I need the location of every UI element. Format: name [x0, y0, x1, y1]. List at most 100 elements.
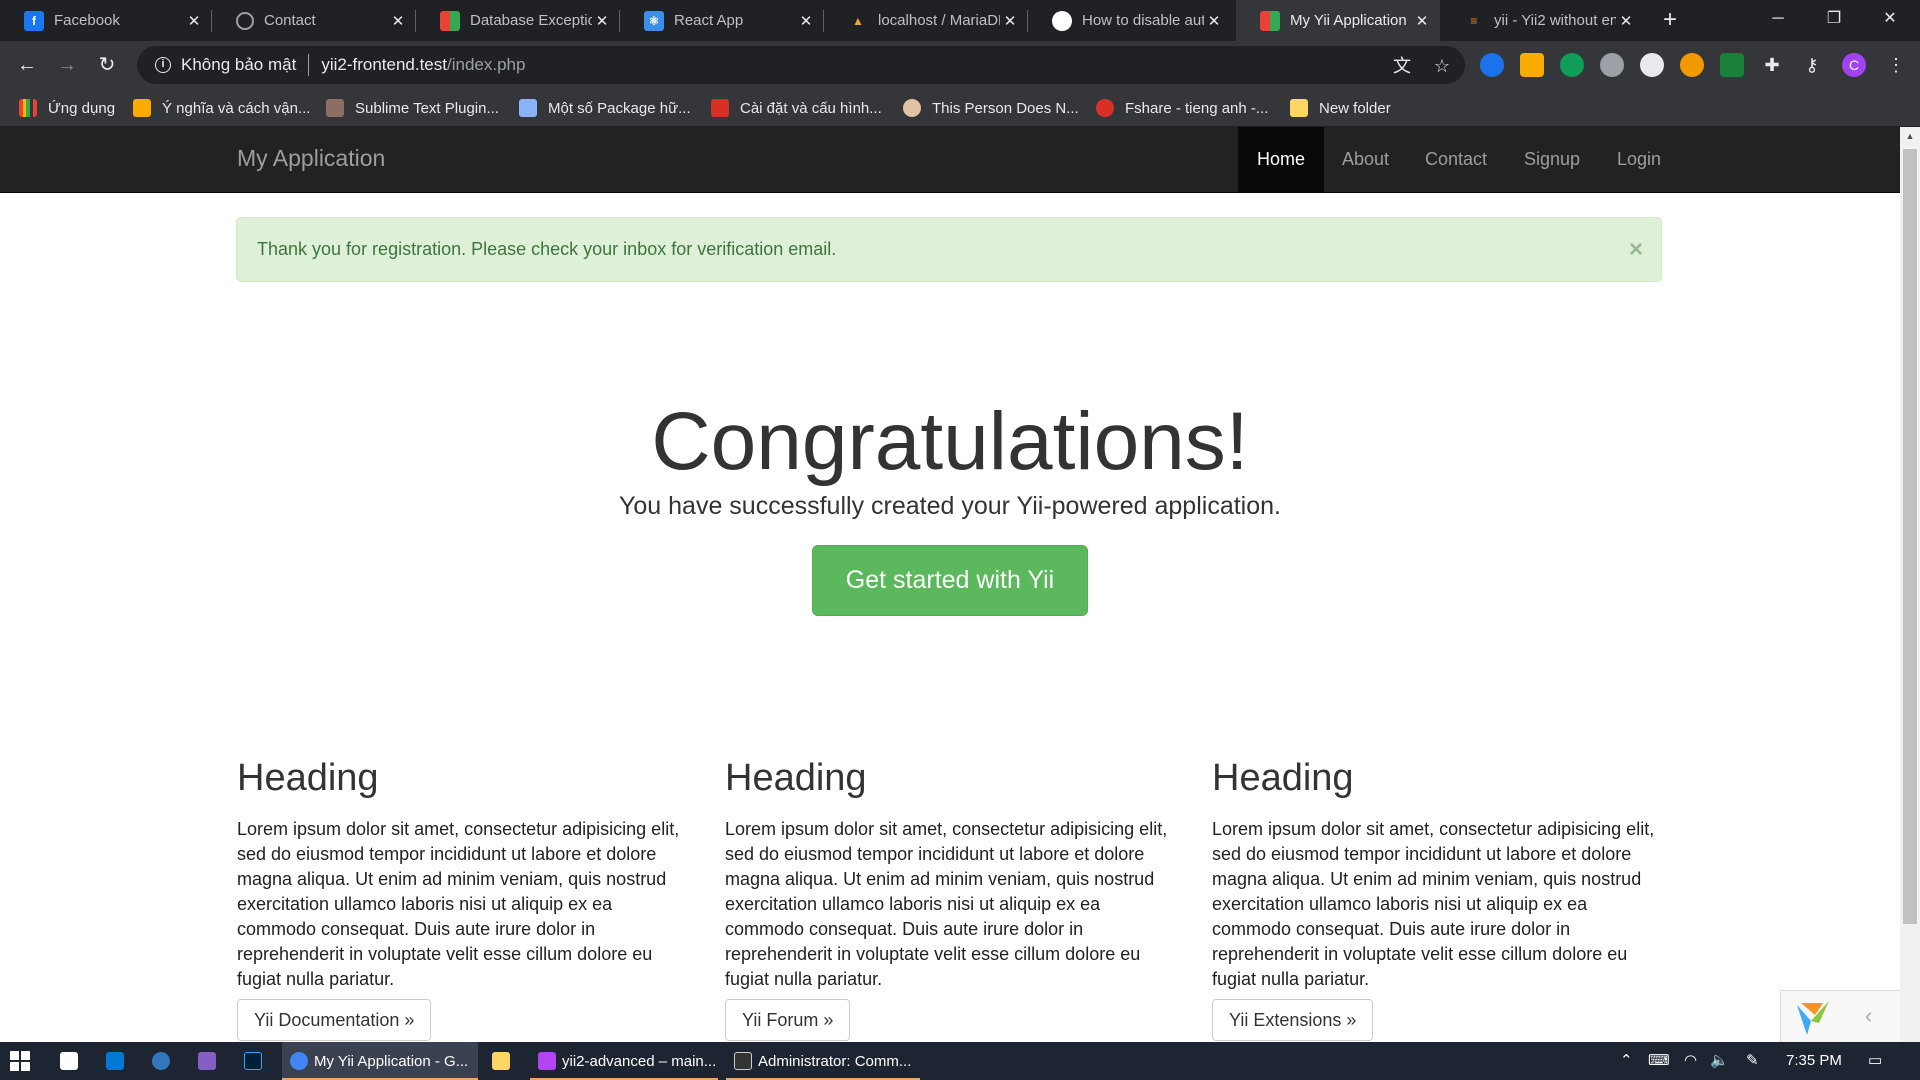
- store-icon: [60, 1052, 78, 1070]
- bookmark-item[interactable]: This Person Does N...: [903, 89, 1079, 127]
- column-heading: Heading: [725, 757, 867, 799]
- chevron-left-icon[interactable]: ‹: [1865, 1003, 1872, 1029]
- close-icon[interactable]: ✕: [1616, 12, 1636, 30]
- forward-button[interactable]: →: [51, 49, 83, 81]
- page-scrollbar[interactable]: ▲: [1900, 127, 1920, 1042]
- start-button[interactable]: [10, 1042, 30, 1080]
- star-icon[interactable]: ☆: [1431, 55, 1453, 77]
- yii-logo-icon[interactable]: [1793, 997, 1833, 1037]
- close-icon[interactable]: ✕: [184, 12, 204, 30]
- close-window-button[interactable]: ✕: [1862, 0, 1918, 41]
- browser-tab[interactable]: ≡ yii - Yii2 without en ✕: [1440, 0, 1644, 41]
- puzzle-icon[interactable]: ✚: [1756, 49, 1788, 81]
- taskbar-label: My Yii Application - G...: [314, 1052, 469, 1070]
- extension-icon[interactable]: [1560, 53, 1584, 77]
- back-button[interactable]: ←: [11, 49, 43, 81]
- taskbar-photoshop[interactable]: [244, 1042, 268, 1080]
- success-alert: Thank you for registration. Please check…: [236, 217, 1662, 282]
- bookmark-item[interactable]: Ứng dụng: [19, 89, 115, 127]
- clock[interactable]: 7:35 PM: [1786, 1042, 1842, 1080]
- brand-link[interactable]: My Application: [237, 145, 385, 172]
- bookmark-item[interactable]: Fshare - tieng anh -...: [1096, 89, 1268, 127]
- alert-text: Thank you for registration. Please check…: [257, 239, 837, 259]
- notification-icon[interactable]: ▭: [1868, 1042, 1882, 1080]
- keyboard-icon[interactable]: ⌨: [1648, 1042, 1670, 1080]
- close-icon[interactable]: ✕: [1000, 12, 1020, 30]
- taskbar-cmd[interactable]: Administrator: Comm...: [726, 1042, 920, 1080]
- pen-icon[interactable]: ✎: [1746, 1042, 1759, 1080]
- avatar[interactable]: C: [1842, 53, 1866, 77]
- scroll-up-arrow[interactable]: ▲: [1900, 127, 1920, 145]
- browser-tab-strip: f Facebook ✕ Contact ✕ Database Exceptio…: [0, 0, 1920, 41]
- taskbar-explorer[interactable]: [492, 1042, 516, 1080]
- new-tab-button[interactable]: +: [1655, 4, 1685, 36]
- taskbar-mail[interactable]: [106, 1042, 130, 1080]
- tray-chevron-icon[interactable]: ⌃: [1620, 1042, 1633, 1080]
- minimize-button[interactable]: ─: [1750, 0, 1806, 41]
- nav-home[interactable]: Home: [1238, 127, 1325, 192]
- extension-icon[interactable]: [1480, 53, 1504, 77]
- browser-tab[interactable]: Contact ✕: [212, 0, 416, 41]
- taskbar-store[interactable]: [60, 1042, 84, 1080]
- restore-button[interactable]: ❐: [1806, 0, 1862, 41]
- yii-documentation-button[interactable]: Yii Documentation »: [237, 999, 432, 1041]
- chrome-icon: [290, 1052, 308, 1070]
- close-icon[interactable]: ✕: [796, 12, 816, 30]
- nav-contact[interactable]: Contact: [1406, 127, 1506, 192]
- photoshop-icon: [244, 1052, 262, 1070]
- taskbar-visual-studio[interactable]: [198, 1042, 222, 1080]
- browser-tab[interactable]: Database Exception ✕: [416, 0, 620, 41]
- taskbar-phpstorm[interactable]: yii2-advanced – main...: [530, 1042, 718, 1080]
- tab-title: My Yii Application: [1290, 12, 1407, 29]
- close-icon[interactable]: ✕: [592, 12, 612, 30]
- address-bar[interactable]: i Không bảo mật yii2-frontend.test /inde…: [137, 46, 1465, 84]
- bookmark-label: Ứng dụng: [48, 99, 116, 117]
- cloud-icon: [1096, 99, 1114, 117]
- close-icon[interactable]: ✕: [388, 12, 408, 30]
- browser-tab[interactable]: How to disable auto ✕: [1028, 0, 1232, 41]
- bookmark-item[interactable]: Sublime Text Plugin...: [326, 89, 499, 127]
- tab-title: Database Exception: [470, 12, 592, 29]
- extension-icon[interactable]: [1680, 53, 1704, 77]
- bookmark-item[interactable]: New folder: [1290, 89, 1391, 127]
- browser-tab[interactable]: f Facebook ✕: [0, 0, 212, 41]
- close-icon[interactable]: ✕: [1412, 12, 1432, 30]
- yii-extensions-button[interactable]: Yii Extensions »: [1212, 999, 1374, 1041]
- wifi-icon[interactable]: ◠: [1684, 1042, 1697, 1080]
- nav-login[interactable]: Login: [1598, 127, 1680, 192]
- yii-forum-button[interactable]: Yii Forum »: [725, 999, 851, 1041]
- get-started-button[interactable]: Get started with Yii: [812, 545, 1088, 616]
- browser-tab-active[interactable]: My Yii Application ✕: [1236, 0, 1440, 41]
- github-icon: [1052, 10, 1072, 31]
- edge-icon: [152, 1052, 170, 1070]
- taskbar-edge[interactable]: [152, 1042, 176, 1080]
- browser-toolbar: ← → ↻ i Không bảo mật yii2-frontend.test…: [0, 41, 1920, 89]
- taskbar-chrome[interactable]: My Yii Application - G...: [282, 1042, 478, 1080]
- tab-title: Facebook: [54, 12, 120, 29]
- info-icon[interactable]: i: [155, 57, 171, 73]
- bookmark-item[interactable]: Cài đặt và cấu hình...: [711, 89, 882, 127]
- close-icon[interactable]: ✕: [1204, 12, 1224, 30]
- extension-icon[interactable]: [1600, 53, 1624, 77]
- avatar-icon: [326, 99, 344, 117]
- bookmark-item[interactable]: Một số Package hữ...: [519, 89, 691, 127]
- key-icon[interactable]: ⚷: [1796, 49, 1828, 81]
- extension-icon[interactable]: [1520, 53, 1544, 77]
- nav-about[interactable]: About: [1323, 127, 1408, 192]
- translate-icon[interactable]: 文: [1391, 55, 1413, 77]
- menu-icon[interactable]: ⋮: [1880, 49, 1912, 81]
- extension-icon[interactable]: [1640, 53, 1664, 77]
- bookmark-label: This Person Does N...: [932, 99, 1079, 117]
- scroll-thumb[interactable]: [1903, 149, 1917, 924]
- browser-tab[interactable]: ▲ localhost / MariaDB ✕: [824, 0, 1028, 41]
- extension-icon[interactable]: [1720, 53, 1744, 77]
- volume-icon[interactable]: 🔈: [1710, 1042, 1729, 1080]
- bookmark-item[interactable]: Ý nghĩa và cách vận...: [133, 89, 310, 127]
- windows-taskbar: My Yii Application - G... yii2-advanced …: [0, 1042, 1920, 1080]
- browser-tab[interactable]: ⚛ React App ✕: [620, 0, 824, 41]
- bookmark-label: Fshare - tieng anh -...: [1125, 99, 1269, 117]
- reload-button[interactable]: ↻: [91, 49, 123, 81]
- debug-toolbar[interactable]: ‹: [1780, 990, 1900, 1042]
- nav-signup[interactable]: Signup: [1505, 127, 1599, 192]
- close-icon[interactable]: ×: [1629, 218, 1643, 281]
